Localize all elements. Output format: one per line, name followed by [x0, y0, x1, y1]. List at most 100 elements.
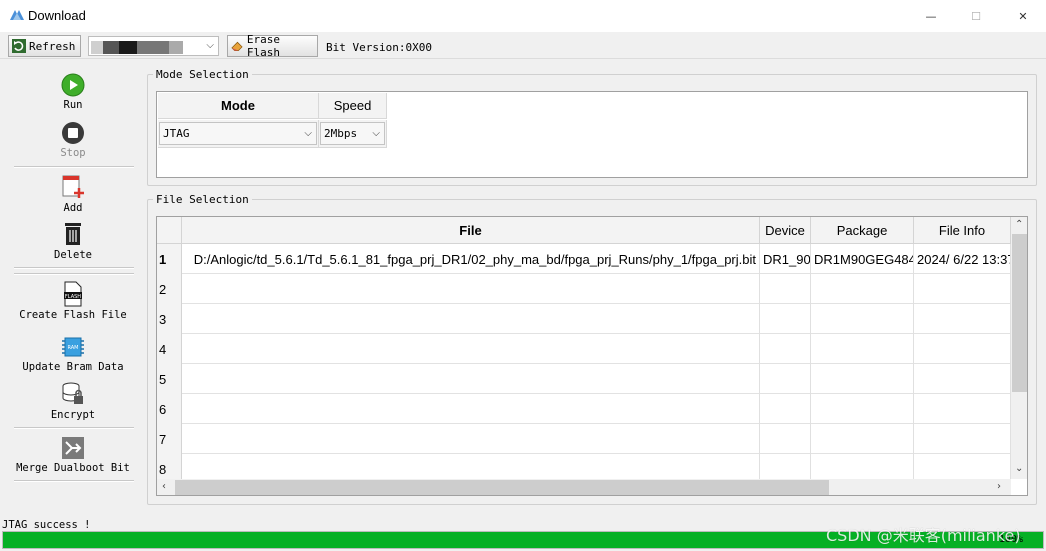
file-cell[interactable]	[182, 364, 760, 394]
scroll-right-icon[interactable]: ›	[997, 481, 1001, 492]
toolbar: Refresh ⌵ Erase Flash Bit Version:0X00	[0, 33, 1046, 59]
stop-icon	[62, 122, 84, 144]
stop-button[interactable]: Stop	[0, 121, 146, 159]
file-column-header[interactable]: File	[182, 217, 760, 244]
file-info-column-header[interactable]: File Info	[914, 217, 1011, 244]
redacted-block	[91, 41, 103, 54]
file-info-cell[interactable]: 2024/ 6/22 13:37	[914, 244, 1011, 274]
table-row[interactable]: 2	[157, 274, 1011, 304]
file-cell[interactable]	[182, 274, 760, 304]
package-cell[interactable]	[811, 424, 914, 454]
separator	[14, 427, 134, 429]
package-cell[interactable]	[811, 364, 914, 394]
package-cell[interactable]	[811, 304, 914, 334]
table-row[interactable]: 7	[157, 424, 1011, 454]
title-bar: Download — ☐ ✕	[0, 0, 1046, 32]
window-title: Download	[28, 8, 86, 23]
device-column-header[interactable]: Device	[760, 217, 811, 244]
anlogic-logo-icon	[10, 10, 24, 20]
row-number: 4	[157, 334, 182, 364]
mode-select-value: JTAG	[163, 127, 190, 140]
refresh-button[interactable]: Refresh	[8, 35, 81, 57]
table-row[interactable]: 1 D:/Anlogic/td_5.6.1/Td_5.6.1_81_fpga_pr…	[157, 244, 1011, 274]
scroll-down-icon[interactable]: ⌄	[1015, 463, 1023, 474]
chevron-down-icon[interactable]: ⌵	[206, 40, 214, 51]
table-row[interactable]: 6	[157, 394, 1011, 424]
speed-select-value: 2Mbps	[324, 127, 358, 140]
eraser-icon	[231, 41, 243, 51]
file-info-cell[interactable]	[914, 394, 1011, 424]
table-row[interactable]: 4	[157, 334, 1011, 364]
minimize-button[interactable]: —	[908, 0, 954, 32]
file-cell[interactable]	[182, 394, 760, 424]
stop-label: Stop	[60, 147, 86, 159]
close-button[interactable]: ✕	[1000, 0, 1046, 32]
horizontal-scrollbar[interactable]: ‹ ›	[157, 479, 1011, 495]
file-info-cell[interactable]	[914, 424, 1011, 454]
package-cell[interactable]	[811, 394, 914, 424]
merge-dualboot-bit-button[interactable]: Merge Dualboot Bit	[0, 436, 146, 474]
device-cell[interactable]: DR1_90	[760, 244, 811, 274]
watermark-text: CSDN @米联客(milianke)	[826, 526, 1021, 545]
package-column-header[interactable]: Package	[811, 217, 914, 244]
package-cell[interactable]	[811, 274, 914, 304]
table-row[interactable]: 3	[157, 304, 1011, 334]
flash-file-icon: FLASH	[64, 281, 82, 307]
scroll-left-icon[interactable]: ‹	[162, 481, 166, 492]
speed-cell: 2Mbps ⌵	[319, 120, 387, 148]
device-cell[interactable]	[760, 424, 811, 454]
speed-header: Speed	[319, 93, 387, 119]
speed-select[interactable]: 2Mbps ⌵	[320, 122, 385, 145]
vertical-scrollbar[interactable]: ⌃ ⌄	[1011, 217, 1027, 479]
mode-select[interactable]: JTAG ⌵	[159, 122, 317, 145]
file-cell[interactable]: D:/Anlogic/td_5.6.1/Td_5.6.1_81_fpga_prj…	[182, 244, 760, 274]
database-lock-icon	[62, 382, 83, 404]
row-number: 2	[157, 274, 182, 304]
horizontal-scroll-thumb[interactable]	[175, 480, 829, 495]
merge-icon	[62, 437, 84, 459]
row-number: 5	[157, 364, 182, 394]
encrypt-button[interactable]: Encrypt	[0, 381, 146, 421]
file-info-cell[interactable]	[914, 334, 1011, 364]
file-cell[interactable]	[182, 304, 760, 334]
package-cell[interactable]	[811, 334, 914, 364]
device-cell[interactable]	[760, 304, 811, 334]
scroll-up-icon[interactable]: ⌃	[1015, 219, 1023, 230]
file-cell[interactable]	[182, 334, 760, 364]
chevron-down-icon: ⌵	[304, 128, 312, 139]
add-file-icon	[62, 175, 84, 198]
ram-icon-text: RAM	[67, 345, 78, 351]
device-cell[interactable]	[760, 394, 811, 424]
vertical-scroll-thumb[interactable]	[1012, 234, 1027, 392]
action-sidebar: Run Stop Add Delete FLASH Create Flash F…	[0, 60, 146, 520]
mode-cell: JTAG ⌵	[158, 120, 319, 148]
file-info-cell[interactable]	[914, 364, 1011, 394]
device-cell[interactable]	[760, 334, 811, 364]
device-cell[interactable]	[760, 364, 811, 394]
file-info-cell[interactable]	[914, 274, 1011, 304]
row-number: 1	[157, 244, 182, 274]
play-icon	[61, 73, 85, 97]
maximize-button[interactable]: ☐	[953, 0, 999, 32]
erase-flash-button[interactable]: Erase Flash	[227, 33, 318, 59]
file-table: File Device Package File Info 1 D:/Anlogi…	[156, 216, 1028, 496]
refresh-label: Refresh	[29, 39, 76, 53]
status-message: JTAG success !	[2, 519, 91, 531]
delete-label: Delete	[54, 249, 92, 261]
file-info-cell[interactable]	[914, 304, 1011, 334]
add-button[interactable]: Add	[0, 174, 146, 214]
device-select[interactable]: ⌵	[88, 36, 219, 56]
merge-label: Merge Dualboot Bit	[16, 462, 130, 474]
update-bram-label: Update Bram Data	[22, 361, 124, 373]
run-button[interactable]: Run	[0, 73, 146, 111]
package-cell[interactable]: DR1M90GEG484	[811, 244, 914, 274]
file-cell[interactable]	[182, 424, 760, 454]
update-bram-data-button[interactable]: RAM Update Bram Data	[0, 335, 146, 373]
create-flash-file-button[interactable]: FLASH Create Flash File	[0, 281, 146, 321]
device-cell[interactable]	[760, 274, 811, 304]
redacted-block	[169, 41, 183, 54]
table-row[interactable]: 5	[157, 364, 1011, 394]
separator	[14, 480, 134, 482]
chevron-down-icon: ⌵	[372, 128, 380, 139]
delete-button[interactable]: Delete	[0, 221, 146, 261]
